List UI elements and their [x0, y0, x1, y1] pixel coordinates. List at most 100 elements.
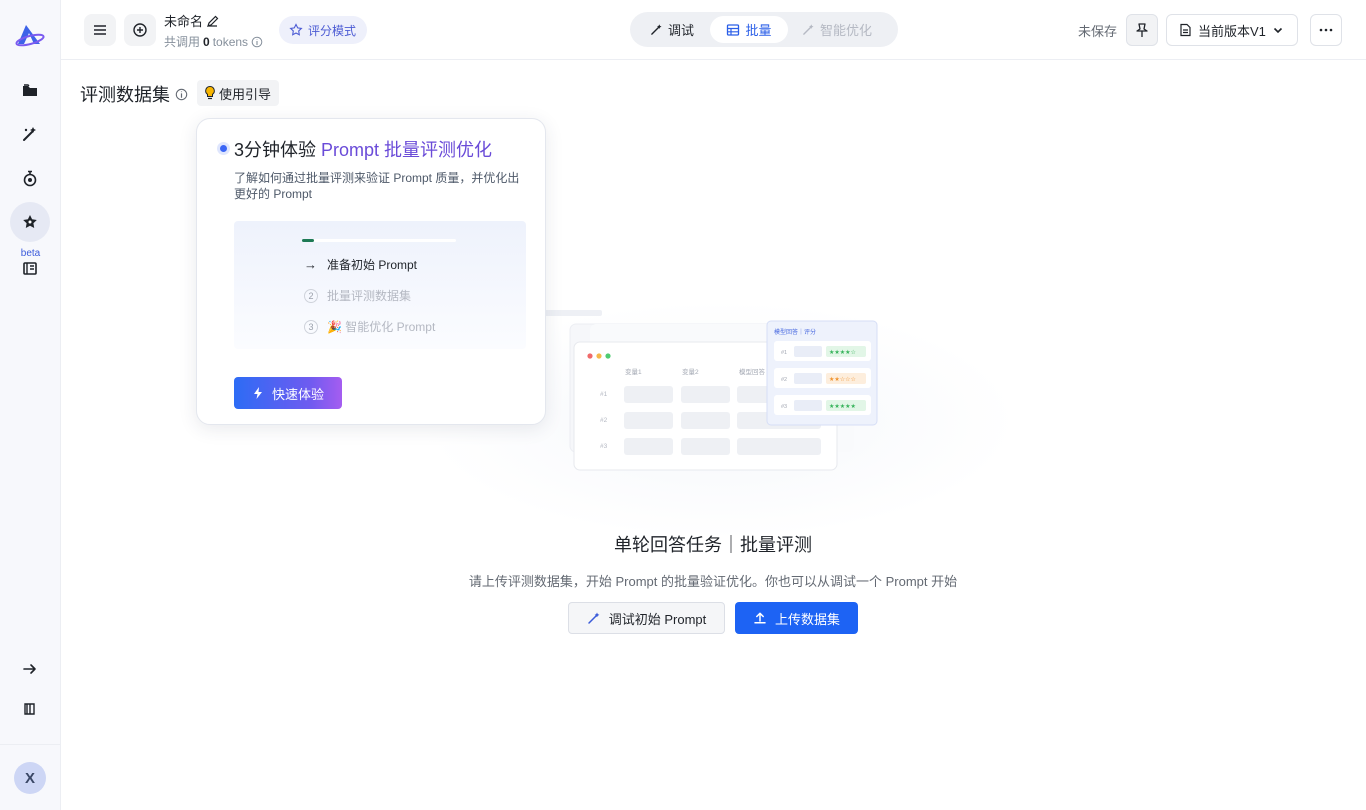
more-button[interactable] [1310, 14, 1342, 46]
usage-guide-button[interactable]: 使用引导 [197, 80, 280, 106]
upload-dataset-label: 上传数据集 [774, 611, 840, 627]
sidebar-item-lab[interactable] [10, 160, 50, 196]
hamburger-icon [94, 25, 106, 35]
magic-wand-icon [587, 612, 600, 624]
document-icon [1180, 23, 1191, 37]
illus-row-2: #2 [600, 417, 608, 424]
lightbulb-icon [205, 85, 215, 100]
empty-state-illustration: 变量1 变量2 模型回答 #1 #2 #3 模型回答｜评分 #1 ★★★★☆ #… [540, 310, 878, 471]
app-logo[interactable] [14, 22, 46, 50]
quick-experience-button[interactable]: 快速体验 [234, 377, 342, 409]
docs-book-icon [24, 703, 35, 715]
debug-initial-prompt-button[interactable]: 调试初始 Prompt [568, 602, 725, 634]
menu-button[interactable] [84, 14, 116, 46]
illus-panel-row-3: #3 [781, 404, 787, 410]
magic-wand-icon [651, 24, 662, 35]
debug-initial-prompt-label: 调试初始 Prompt [608, 611, 707, 627]
page-title: 评测数据集 [80, 81, 188, 107]
illus-row-3: #3 [600, 443, 608, 450]
chevron-down-icon [1273, 27, 1282, 34]
sidebar-docs-button[interactable] [10, 691, 50, 727]
popover-step-2-label: 批量评测数据集 [327, 289, 412, 303]
illus-col-2: 变量2 [682, 367, 699, 376]
save-status: 未保存 [1078, 24, 1118, 39]
step-number-3: 3 [304, 319, 318, 334]
star-outline-icon [289, 23, 303, 36]
tab-batch[interactable]: 批量 [710, 16, 788, 43]
svg-text:★★★★★: ★★★★★ [829, 403, 856, 410]
popover-description: 了解如何通过批量评测来验证 Prompt 质量，并优化出更好的 Prompt [234, 171, 520, 201]
tab-debug-label: 调试 [667, 23, 694, 38]
sidebar-expand-button[interactable] [10, 651, 50, 687]
info-icon[interactable] [175, 88, 188, 101]
guide-popover: 3分钟体验 Prompt 批量评测优化 了解如何通过批量评测来验证 Prompt… [196, 118, 546, 425]
step-number-2: 2 [304, 288, 318, 303]
sidebar-item-library[interactable] [10, 250, 50, 286]
illus-col-1: 变量1 [625, 367, 642, 376]
usage-suffix: tokens [212, 34, 249, 49]
scoring-mode-label: 评分模式 [308, 23, 357, 38]
illus-col-3: 模型回答 [739, 367, 766, 376]
tab-optimize[interactable]: 智能优化 [788, 16, 886, 43]
lightning-icon [253, 387, 262, 399]
popover-title-prefix: 3分钟体验 [234, 140, 322, 160]
popover-step-2[interactable]: 2 批量评测数据集 [304, 287, 411, 304]
plus-circle-icon [133, 23, 147, 37]
upload-icon [754, 612, 766, 624]
arrow-right-icon [23, 664, 36, 674]
popover-steps-card: → 准备初始 Prompt 2 批量评测数据集 3 🎉 智能优化 Prompt [234, 221, 526, 349]
top-header: 未命名 共调用 0 tokens 评分模式 调试 批量 智能优化 未保存 当前版… [61, 0, 1366, 60]
upload-dataset-button[interactable]: 上传数据集 [735, 602, 858, 634]
more-dots-icon [1319, 28, 1333, 32]
svg-text:★★★★☆: ★★★★☆ [829, 349, 856, 356]
illus-panel-title: 模型回答｜评分 [774, 328, 816, 336]
book-icon [23, 262, 37, 275]
version-label: 当前版本V1 [1198, 23, 1266, 39]
avatar[interactable]: X [14, 762, 46, 794]
popover-title: 3分钟体验 Prompt 批量评测优化 [234, 136, 492, 162]
edit-pencil-icon[interactable] [206, 14, 220, 28]
popover-progress-bar [302, 239, 456, 242]
step-arrow-icon: → [304, 257, 317, 272]
table-icon [727, 23, 740, 36]
sidebar-item-debug[interactable] [10, 116, 50, 152]
sidebar: beta X [0, 0, 61, 810]
empty-state-title: 单轮回答任务｜批量评测 [614, 535, 812, 555]
sidebar-divider [0, 744, 61, 745]
tab-optimize-label: 智能优化 [819, 23, 872, 38]
popover-progress-fill [302, 239, 315, 242]
illus-panel-row-1: #1 [781, 350, 787, 356]
illus-panel-row-2: #2 [781, 377, 787, 383]
sidebar-item-files[interactable] [10, 72, 50, 108]
usage-count: 0 [203, 34, 210, 49]
version-select[interactable]: 当前版本V1 [1166, 14, 1298, 46]
star-icon [23, 215, 37, 228]
svg-text:★★☆☆☆: ★★☆☆☆ [829, 376, 856, 383]
tab-batch-label: 批量 [745, 23, 772, 38]
lab-flask-icon [23, 170, 37, 187]
scoring-mode-badge[interactable]: 评分模式 [279, 16, 368, 44]
empty-state-description: 请上传评测数据集，开始 Prompt 的批量验证优化。你也可以从调试一个 Pro… [468, 574, 958, 589]
usage-guide-label: 使用引导 [219, 86, 272, 102]
sidebar-item-evaluation[interactable] [10, 202, 50, 242]
popover-step-3[interactable]: 3 🎉 智能优化 Prompt [304, 318, 435, 335]
page-title-text: 评测数据集 [80, 85, 170, 105]
popover-title-highlight: Prompt 批量评测优化 [321, 140, 493, 160]
illus-row-1: #1 [600, 391, 608, 398]
sparkle-wand-icon [803, 24, 814, 35]
popover-step-1[interactable]: → 准备初始 Prompt [304, 256, 417, 273]
document-title-text: 未命名 [164, 14, 204, 29]
usage-prefix: 共调用 [164, 35, 201, 49]
token-usage: 共调用 0 tokens [164, 33, 263, 50]
pin-button[interactable] [1126, 14, 1158, 46]
info-icon[interactable] [251, 36, 263, 48]
popover-step-3-label: 🎉 智能优化 Prompt [327, 320, 436, 334]
tab-debug[interactable]: 调试 [634, 16, 710, 43]
quick-experience-label: 快速体验 [271, 386, 324, 402]
pin-icon [1136, 23, 1148, 37]
popover-step-1-label: 准备初始 Prompt [327, 258, 418, 272]
folder-icon [23, 84, 37, 96]
new-prompt-button[interactable] [124, 14, 156, 46]
mode-tabs: 调试 批量 智能优化 [630, 12, 898, 47]
magic-wand-icon [23, 127, 36, 141]
